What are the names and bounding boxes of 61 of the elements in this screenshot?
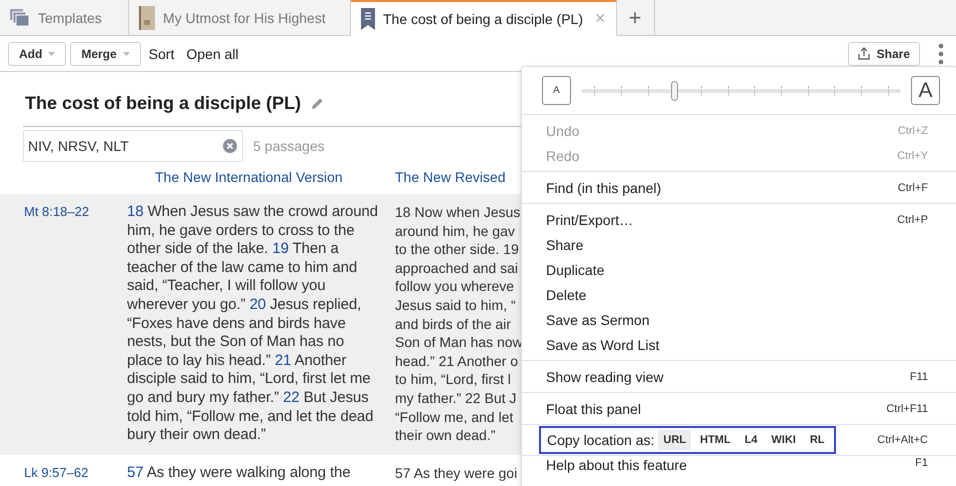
format-option[interactable]: L4 — [740, 430, 762, 450]
dropdown-button[interactable]: Merge — [70, 42, 141, 66]
passage-text-line: 57 As they were goi — [395, 464, 518, 482]
bookmark-list-icon — [361, 8, 375, 30]
clear-icon[interactable] — [223, 139, 237, 153]
shortcut-text: Ctrl+Alt+C — [877, 434, 928, 446]
menu-item[interactable]: Help about this feature F1 — [522, 456, 956, 477]
font-size-slider[interactable] — [581, 80, 901, 100]
versions-field[interactable]: NIV, NRSV, NLT — [23, 130, 243, 162]
menu-item[interactable]: Duplicate — [522, 257, 956, 282]
format-option[interactable]: URL — [658, 430, 692, 450]
book-cover-icon — [139, 6, 155, 30]
toolbar-link[interactable]: Open all — [182, 46, 243, 62]
column-header: The New Revised — [395, 169, 506, 185]
new-tab-button[interactable]: + — [616, 0, 655, 36]
menu-item[interactable]: Save as Sermon — [522, 307, 956, 332]
passage-text-line: approached and sai — [395, 258, 519, 278]
tab[interactable]: The cost of being a disciple (PL) × — [351, 0, 617, 36]
menu-item[interactable]: Share — [522, 232, 956, 257]
passage-text-line: Jesus said to him, “ — [395, 296, 517, 315]
more-options-icon[interactable] — [938, 42, 944, 64]
passage-text-line: head.” 21 Another o — [395, 352, 519, 370]
passage-count: 5 passages — [253, 138, 325, 154]
menu-item[interactable]: Find (in this panel) Ctrl+F — [522, 175, 956, 200]
passage-reference[interactable]: Mt 8:18–22 — [24, 204, 90, 219]
slider-thumb[interactable] — [670, 80, 678, 100]
dropdown-button[interactable]: Add — [8, 42, 66, 66]
menu-item[interactable]: Show reading view F11 — [522, 364, 956, 389]
passage-text-line: their own dead.” — [395, 426, 496, 445]
passage-text-line: and birds of the air — [395, 314, 512, 334]
menu-item[interactable]: Print/Export… Ctrl+P — [522, 207, 956, 232]
caret-icon — [122, 52, 130, 56]
format-option[interactable]: HTML — [695, 430, 736, 450]
menu-item[interactable]: Save as Word List — [522, 332, 956, 357]
passage-reference[interactable]: Lk 9:57–62 — [24, 464, 88, 480]
passage-text-line: follow you whereve — [395, 277, 516, 296]
copy-location-row[interactable]: Copy location as: URL HTML L4 WIKI RL — [539, 426, 836, 454]
caret-icon — [48, 52, 56, 56]
passage-text-line: to him, “Lord, first l — [395, 370, 512, 389]
tab[interactable]: Templates — [0, 0, 129, 36]
passage-text-line: around him, he gav — [395, 222, 516, 240]
pencil-icon[interactable] — [311, 96, 324, 110]
toolbar-link[interactable]: Sort — [144, 46, 178, 62]
passage-text-line: 18 Now when Jesus — [395, 203, 521, 222]
passage-text-line: to the other side. 19 — [395, 240, 520, 259]
passage-text: 57 As they were walking along the — [127, 464, 352, 482]
stacked-pages-icon — [10, 8, 30, 26]
passage-text-line: “Follow me, and let — [395, 408, 514, 426]
share-icon — [858, 47, 870, 60]
share-button[interactable]: Share — [848, 42, 920, 66]
passage-text-line: my father.” 22 But J — [395, 388, 518, 408]
format-option[interactable]: WIKI — [766, 430, 801, 450]
document-title: The cost of being a disciple (PL) — [25, 92, 302, 114]
larger-text-button[interactable]: A — [911, 76, 940, 105]
format-option[interactable]: RL — [804, 430, 830, 450]
column-header: The New International Version — [155, 169, 343, 185]
passage-text: 18 When Jesus saw the crowd around him, he gave orders to cross to the other side of the lake. 19 Then a teacher of the law came to him and said, “Teacher, I will follow you wherever you go.” 20 Jesus replied, “Foxes have dens and birds have nests, but the Son of Man has no place to lay his head.” 21 Another disciple said to him, “Lord, first let me go and bury my father.” 22 But Jesus told him, “Follow me, and let the dead bury their own dead.” — [127, 203, 379, 445]
smaller-text-button[interactable]: A — [542, 76, 571, 105]
tab[interactable]: My Utmost for His Highest — [129, 0, 351, 36]
menu-item[interactable]: Float this panel Ctrl+F11 — [522, 396, 956, 421]
menu-item[interactable]: Delete — [522, 282, 956, 307]
